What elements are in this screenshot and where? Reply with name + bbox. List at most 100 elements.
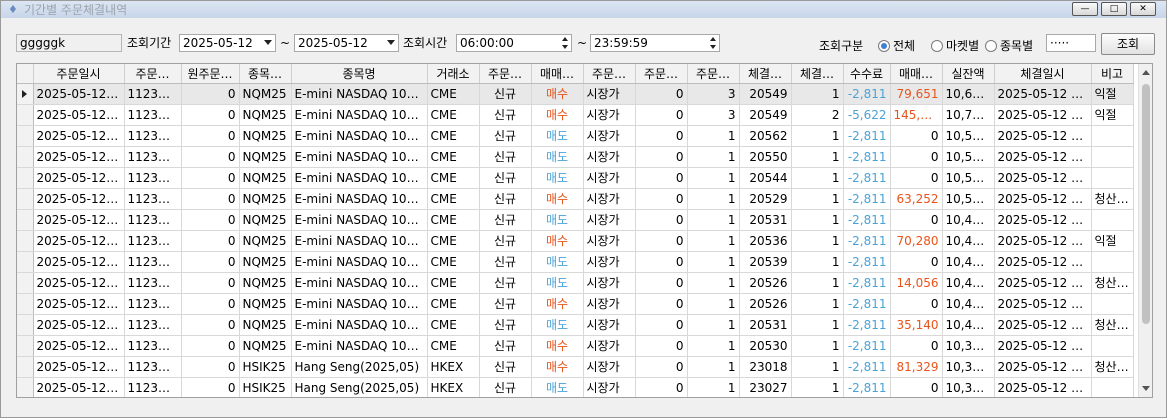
column-header[interactable]: 주문…: [635, 64, 688, 84]
table-row[interactable]: 2025-05-12 1… 1123873 0 NQM25 E-mini NASDAQ …: [17, 188, 1134, 210]
column-header[interactable]: 종목…: [239, 64, 292, 84]
date-to-combo[interactable]: 2025-05-12: [294, 34, 399, 52]
table-cell: 2025-05-12 1…: [33, 167, 125, 189]
table-cell: HSIK25: [239, 356, 292, 378]
spinner-arrows-icon[interactable]: [707, 35, 718, 51]
table-cell: E-mini NASDAQ 100…: [291, 125, 428, 147]
table-row[interactable]: 2025-05-12 1… 1123775 0 NQM25 E-mini NASDAQ …: [17, 314, 1134, 336]
row-header[interactable]: [17, 335, 34, 357]
close-button[interactable]: ✕: [1130, 2, 1156, 16]
date-from-combo[interactable]: 2025-05-12: [179, 34, 276, 52]
column-header[interactable]: 주문…: [583, 64, 636, 84]
column-header[interactable]: 주문…: [479, 64, 532, 84]
column-header[interactable]: 체결…: [739, 64, 792, 84]
column-header[interactable]: 체결일시: [994, 64, 1092, 84]
column-header[interactable]: 주문…: [124, 64, 182, 84]
table-cell: 145,245: [890, 104, 943, 126]
column-header[interactable]: 주문…: [687, 64, 740, 84]
table-cell: 1123775: [124, 314, 182, 336]
table-row[interactable]: 2025-05-12 1… 1123916 0 NQM25 E-mini NASDAQ …: [17, 83, 1134, 105]
table-cell: 0: [181, 377, 240, 397]
chevron-down-icon[interactable]: [264, 40, 272, 45]
table-row[interactable]: 2025-05-12 1… 1123755 0 HSIK25 Hang Seng(202…: [17, 377, 1134, 397]
time-to-spinner[interactable]: 23:59:59: [590, 34, 720, 52]
mode-radio-all[interactable]: 전체: [878, 37, 915, 55]
table-row[interactable]: 2025-05-12 1… 1123870 0 NQM25 E-mini NASDAQ …: [17, 209, 1134, 231]
table-cell: 10,42…: [942, 314, 995, 336]
table-row[interactable]: 2025-05-12 1… 1123890 0 NQM25 E-mini NASDAQ …: [17, 146, 1134, 168]
table-cell: CME: [427, 83, 480, 105]
table-cell: HKEX: [427, 377, 480, 397]
column-header[interactable]: 원주문…: [181, 64, 240, 84]
scroll-thumb[interactable]: [1142, 84, 1150, 324]
row-header[interactable]: [17, 293, 34, 315]
radio-icon: [931, 40, 943, 52]
row-header[interactable]: [17, 356, 34, 378]
account-field[interactable]: gggggk: [16, 34, 122, 52]
table-cell: -2,811: [843, 377, 891, 397]
column-header[interactable]: 주문일시: [33, 64, 125, 84]
maximize-button[interactable]: □: [1101, 2, 1127, 16]
table-cell: 79,651: [890, 83, 943, 105]
table-row[interactable]: 2025-05-12 1… 1123916 0 NQM25 E-mini NASDAQ …: [17, 104, 1134, 126]
table-row[interactable]: 2025-05-12 1… 1123881 0 NQM25 E-mini NASDAQ …: [17, 167, 1134, 189]
grid-header-row: 주문일시 주문… 원주문… 종목… 종목명 거래소 주문… 매매… 주문… 주문… 주문… 체결… 체결…: [17, 64, 1134, 84]
table-cell: 시장가: [583, 209, 636, 231]
spinner-arrows-icon[interactable]: [559, 35, 570, 51]
table-cell: 1: [791, 356, 844, 378]
row-header[interactable]: [17, 104, 34, 126]
column-header[interactable]: 체결…: [791, 64, 844, 84]
table-cell: CME: [427, 230, 480, 252]
mode-radio-symbol[interactable]: 종목별: [985, 37, 1033, 55]
chevron-down-icon[interactable]: [387, 40, 395, 45]
table-cell: 0: [890, 167, 943, 189]
table-row[interactable]: 2025-05-12 1… 1123791 0 NQM25 E-mini NASDAQ …: [17, 272, 1134, 294]
column-header[interactable]: 실잔액: [942, 64, 995, 84]
symbol-code-field[interactable]: ·····: [1046, 34, 1096, 52]
row-header[interactable]: [17, 251, 34, 273]
title-bar[interactable]: ♦ 기간별 주문체결내역 — □ ✕: [1, 1, 1166, 18]
column-header[interactable]: 매매…: [890, 64, 943, 84]
row-header[interactable]: [17, 146, 34, 168]
table-row[interactable]: 2025-05-12 1… 1123905 0 NQM25 E-mini NASDAQ …: [17, 125, 1134, 147]
table-row[interactable]: 2025-05-12 1… 1123788 0 NQM25 E-mini NASDAQ …: [17, 293, 1134, 315]
row-header[interactable]: [17, 83, 34, 105]
table-row[interactable]: 2025-05-12 1… 1123774 0 NQM25 E-mini NASDAQ …: [17, 335, 1134, 357]
table-cell: 3: [687, 83, 740, 105]
column-header[interactable]: 거래소: [427, 64, 480, 84]
time-from-spinner[interactable]: 06:00:00: [456, 34, 572, 52]
table-row[interactable]: 2025-05-12 1… 1123803 0 NQM25 E-mini NASDAQ …: [17, 251, 1134, 273]
table-cell: E-mini NASDAQ 100…: [291, 272, 428, 294]
column-header[interactable]: 매매…: [531, 64, 584, 84]
table-row[interactable]: 2025-05-12 1… 1123807 0 NQM25 E-mini NASDAQ …: [17, 230, 1134, 252]
column-header[interactable]: 수수료: [843, 64, 891, 84]
row-header[interactable]: [17, 125, 34, 147]
table-cell: 0: [890, 335, 943, 357]
row-header[interactable]: [17, 377, 34, 397]
row-header[interactable]: [17, 230, 34, 252]
table-cell: CME: [427, 251, 480, 273]
table-cell: 매도: [531, 125, 584, 147]
query-button[interactable]: 조회: [1101, 33, 1155, 55]
radio-icon: [985, 40, 997, 52]
mode-radio-market[interactable]: 마켓별: [931, 37, 979, 55]
table-cell: CME: [427, 335, 480, 357]
table-cell: 1: [791, 251, 844, 273]
table-cell: 2025-05-12 1…: [33, 83, 125, 105]
table-row[interactable]: 2025-05-12 1… 1123762 0 HSIK25 Hang Seng(202…: [17, 356, 1134, 378]
row-header[interactable]: [17, 167, 34, 189]
scroll-up-icon[interactable]: [1142, 70, 1150, 75]
table-cell: 1: [791, 209, 844, 231]
minimize-button[interactable]: —: [1072, 2, 1098, 16]
table-cell: 청산,…: [1091, 272, 1134, 294]
time-label: 조회시간: [403, 36, 448, 50]
column-header[interactable]: 비고: [1091, 64, 1134, 84]
column-header[interactable]: 종목명: [291, 64, 428, 84]
row-header[interactable]: [17, 188, 34, 210]
row-header[interactable]: [17, 209, 34, 231]
row-header[interactable]: [17, 272, 34, 294]
vertical-scrollbar[interactable]: [1138, 64, 1152, 397]
row-header[interactable]: [17, 314, 34, 336]
table-cell: -2,811: [843, 251, 891, 273]
scroll-down-icon[interactable]: [1142, 386, 1150, 391]
